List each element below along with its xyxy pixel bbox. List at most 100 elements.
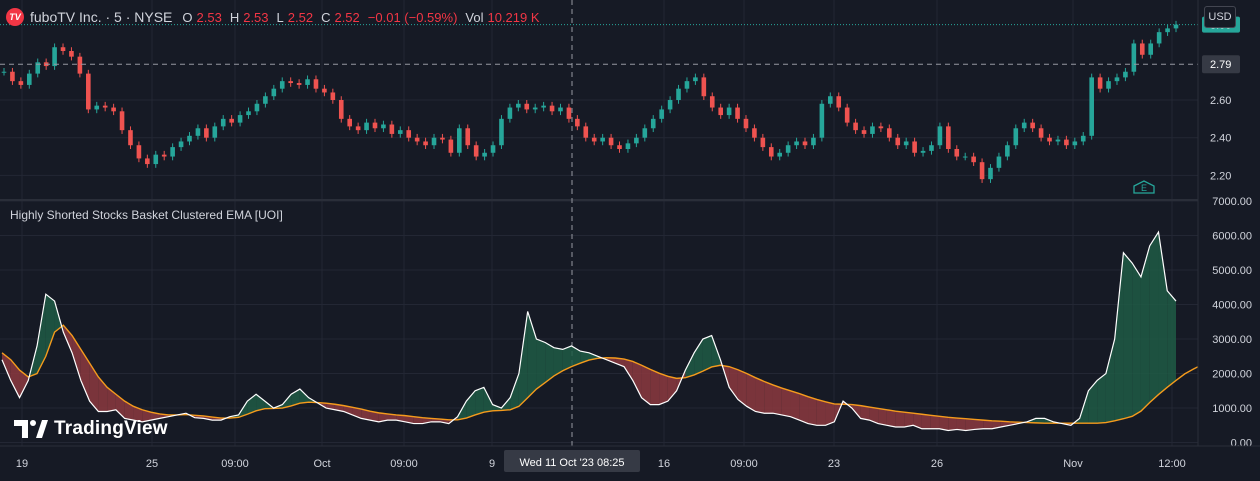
- candle: [364, 122, 369, 131]
- candle: [490, 145, 496, 153]
- candle: [431, 137, 437, 146]
- indicator-tick-label: 6000.00: [1212, 231, 1252, 243]
- candle: [701, 77, 707, 97]
- candle: [288, 81, 293, 84]
- candle: [752, 128, 757, 138]
- symbol-title[interactable]: fuboTV Inc. · 5 · NYSE: [30, 9, 172, 25]
- candle: [912, 141, 917, 153]
- indicator-tick-label: 1000.00: [1212, 403, 1252, 415]
- candle: [406, 130, 412, 138]
- candle: [1038, 128, 1044, 138]
- candle: [777, 152, 783, 157]
- candle: [617, 145, 622, 149]
- candle: [69, 51, 74, 57]
- candle: [1131, 43, 1137, 72]
- candle: [1047, 137, 1052, 142]
- cloud-segment: [1105, 339, 1115, 423]
- cloud-segment: [948, 417, 957, 431]
- candle: [1072, 141, 1078, 146]
- cloud-segment: [729, 366, 738, 400]
- cloud-segment: [702, 335, 712, 372]
- candle: [1089, 77, 1094, 136]
- cloud-segment: [904, 412, 914, 428]
- candle: [397, 130, 403, 134]
- candle: [667, 100, 673, 110]
- candle: [161, 154, 167, 157]
- candle: [1021, 122, 1027, 129]
- candle: [296, 83, 302, 85]
- candle: [819, 103, 825, 138]
- candle: [1114, 77, 1120, 82]
- candle: [566, 107, 572, 119]
- grid-lines: [0, 0, 1198, 446]
- time-axis[interactable]: 19 25 09:00 Oct 09:00 9 16 09:00 23 26 Nov 12:00 Wed…: [0, 445, 1260, 476]
- candle: [195, 128, 201, 136]
- time-tick-label: 09:00: [730, 458, 758, 470]
- candle: [878, 126, 884, 129]
- candle: [828, 96, 833, 104]
- candle: [305, 79, 310, 85]
- candle: [726, 107, 732, 116]
- cloud-segment: [37, 294, 46, 374]
- candle: [524, 103, 530, 110]
- candle: [10, 71, 15, 82]
- candle: [448, 139, 454, 153]
- candle: [313, 79, 319, 89]
- fubo-logo-icon: TV: [6, 8, 24, 26]
- candle: [1106, 81, 1111, 89]
- basket-value-line: [1, 230, 1177, 432]
- candle: [676, 88, 681, 100]
- open-value: 2.53: [196, 9, 222, 25]
- candle: [204, 128, 209, 138]
- candle: [625, 143, 631, 149]
- tradingview-logo-icon: [14, 420, 48, 438]
- tradingview-logo[interactable]: TradingView: [14, 418, 168, 440]
- tradingview-wordmark: TradingView: [54, 418, 168, 439]
- cloud-segment: [1123, 252, 1133, 419]
- indicator-title[interactable]: Highly Shorted Stocks Basket Clustered E…: [10, 208, 283, 222]
- candle: [1097, 77, 1103, 89]
- candle: [355, 126, 361, 131]
- candle: [709, 96, 715, 108]
- indicator-tick-label: 3000.00: [1212, 334, 1252, 346]
- candle: [516, 103, 521, 108]
- candle: [389, 124, 395, 134]
- candle: [853, 122, 858, 131]
- candle: [279, 81, 285, 89]
- candle: [642, 128, 648, 138]
- pane-separator[interactable]: [0, 199, 1260, 201]
- candle: [549, 105, 555, 112]
- candle: [128, 130, 133, 146]
- candle: [246, 111, 251, 116]
- time-tick-label: Oct: [313, 458, 330, 470]
- close-label: C: [321, 9, 331, 25]
- price-axis[interactable]: 2.202.402.603.002.790.001000.002000.0030…: [1197, 0, 1260, 476]
- cloud-segment: [1097, 373, 1106, 424]
- chart-svg[interactable]: E 2.202.402.603.002.790.001000.002000.003…: [0, 0, 1260, 476]
- candle: [811, 137, 816, 146]
- price-candles: [1, 20, 1179, 183]
- currency-button[interactable]: USD: [1204, 6, 1236, 28]
- high-label: H: [229, 9, 240, 25]
- candle: [187, 135, 192, 142]
- cloud-segment: [755, 377, 765, 414]
- candle: [634, 137, 639, 144]
- cloud-segment: [895, 411, 905, 428]
- cloud-segment: [781, 388, 791, 417]
- indicator-tick-label: 5000.00: [1212, 265, 1252, 277]
- indicator-tick-label: 7000.00: [1212, 196, 1252, 208]
- time-tick-label: 16: [658, 458, 670, 470]
- candle: [895, 137, 901, 146]
- candle: [920, 150, 926, 153]
- earnings-marker[interactable]: E: [1133, 180, 1155, 194]
- candle: [254, 103, 260, 112]
- candle: [929, 145, 934, 151]
- chart-area[interactable]: E 2.202.402.603.002.790.001000.002000.003…: [0, 0, 1260, 476]
- cloud-segment: [1088, 380, 1098, 424]
- candle: [861, 130, 867, 134]
- cloud-segment: [764, 381, 773, 414]
- cloud-segment: [667, 376, 677, 402]
- candle: [52, 47, 57, 67]
- cloud-segment: [816, 399, 826, 426]
- price-tick-label: 2.20: [1210, 170, 1231, 182]
